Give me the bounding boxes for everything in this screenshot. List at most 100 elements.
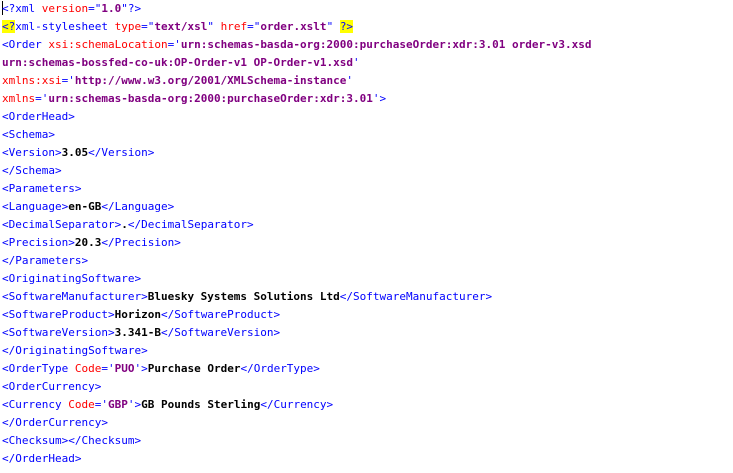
code-line-9: <Version>3.05</Version> bbox=[0, 144, 733, 162]
element-tag: </OriginatingSoftware> bbox=[2, 344, 148, 357]
element-tag: </OrderHead> bbox=[2, 452, 82, 465]
code-line-13: <DecimalSeparator>.</DecimalSeparator> bbox=[0, 216, 733, 234]
close-tag: </SoftwareProduct> bbox=[160, 308, 281, 321]
code-line-1: <?xml version="1.0"?> bbox=[0, 0, 733, 18]
attr-quote: " bbox=[121, 2, 128, 15]
close-tag: </OrderType> bbox=[240, 362, 320, 375]
code-line-18: <SoftwareProduct>Horizon</SoftwareProduc… bbox=[0, 306, 733, 324]
attr-quote: ' bbox=[346, 74, 354, 87]
open-tag: <Version> bbox=[2, 146, 62, 159]
pi-target: xml bbox=[15, 2, 36, 15]
element-text: Horizon bbox=[114, 308, 161, 321]
pi-close: ?> bbox=[127, 2, 142, 15]
open-tag: <SoftwareManufacturer> bbox=[2, 290, 148, 303]
tag-open: <Currency bbox=[2, 398, 62, 411]
attr-value: GBP bbox=[107, 398, 128, 411]
attr-value: urn:schemas-bossfed-co-uk:OP-Order-v1 OP… bbox=[2, 56, 353, 69]
code-line-14: <Precision>20.3</Precision> bbox=[0, 234, 733, 252]
pi-target: xml-stylesheet bbox=[15, 20, 108, 33]
element-tag: <OrderHead> bbox=[2, 110, 75, 123]
attr-eq: =" bbox=[247, 20, 261, 33]
attr-eq: =' bbox=[61, 74, 75, 87]
code-line-17: <SoftwareManufacturer>Bluesky Systems So… bbox=[0, 288, 733, 306]
close-tag: </DecimalSeparator> bbox=[127, 218, 254, 231]
element-tag: </Schema> bbox=[2, 164, 62, 177]
pi-open: <? bbox=[2, 2, 16, 15]
attr-quote: ' bbox=[353, 56, 360, 69]
pi-open-highlighted: <? bbox=[2, 20, 16, 33]
attr-name: Code bbox=[68, 362, 102, 375]
code-line-19: <SoftwareVersion>3.341-B</SoftwareVersio… bbox=[0, 324, 733, 342]
code-line-10: </Schema> bbox=[0, 162, 733, 180]
element-text: GB Pounds Sterling bbox=[141, 398, 261, 411]
attr-eq: =' bbox=[167, 38, 181, 51]
close-tag: </SoftwareManufacturer> bbox=[339, 290, 493, 303]
element-tag: <OrderCurrency> bbox=[2, 380, 102, 393]
attr-value: urn:schemas-basda-org:2000:purchaseOrder… bbox=[180, 38, 592, 51]
open-tag: <SoftwareVersion> bbox=[2, 326, 115, 339]
code-line-3: <Order xsi:schemaLocation='urn:schemas-b… bbox=[0, 36, 733, 54]
close-tag: </Precision> bbox=[101, 236, 181, 249]
attr-quote: " bbox=[207, 20, 214, 33]
attr-name: xsi:schemaLocation bbox=[41, 38, 168, 51]
open-tag: <Language> bbox=[2, 200, 69, 213]
pi-close-highlighted: ?> bbox=[339, 20, 354, 33]
attr-value: 1.0 bbox=[101, 2, 122, 15]
attr-eq: =' bbox=[94, 398, 108, 411]
code-line-25: <Checksum></Checksum> bbox=[0, 432, 733, 450]
attr-value: urn:schemas-basda-org:2000:purchaseOrder… bbox=[48, 92, 373, 105]
code-line-2: <?xml-stylesheet type="text/xsl" href="o… bbox=[0, 18, 733, 36]
tag-open: <Order bbox=[2, 38, 42, 51]
attr-name: Code bbox=[61, 398, 95, 411]
close-tag: </Checksum> bbox=[68, 434, 142, 447]
attr-name: xmlns:xsi bbox=[2, 74, 62, 87]
code-line-11: <Parameters> bbox=[0, 180, 733, 198]
element-tag: </OrderCurrency> bbox=[2, 416, 108, 429]
tag-open: <OrderType bbox=[2, 362, 69, 375]
code-line-22: <OrderCurrency> bbox=[0, 378, 733, 396]
attr-name: xmlns bbox=[2, 92, 36, 105]
element-text: 20.3 bbox=[74, 236, 102, 249]
element-text: 3.341-B bbox=[114, 326, 161, 339]
element-tag: </Parameters> bbox=[2, 254, 89, 267]
code-line-16: <OriginatingSoftware> bbox=[0, 270, 733, 288]
attr-value: order.xslt bbox=[260, 20, 327, 33]
open-tag: <Precision> bbox=[2, 236, 75, 249]
attr-value: text/xsl bbox=[154, 20, 208, 33]
code-line-7: <OrderHead> bbox=[0, 108, 733, 126]
close-tag: </Currency> bbox=[260, 398, 334, 411]
close-tag: </SoftwareVersion> bbox=[160, 326, 281, 339]
attr-eq: =' bbox=[35, 92, 49, 105]
code-line-6: xmlns='urn:schemas-basda-org:2000:purcha… bbox=[0, 90, 733, 108]
code-line-21: <OrderType Code='PUO'>Purchase Order</Or… bbox=[0, 360, 733, 378]
xml-editor[interactable]: <?xml version="1.0"?> <?xml-stylesheet t… bbox=[0, 0, 733, 473]
code-line-15: </Parameters> bbox=[0, 252, 733, 270]
code-line-20: </OriginatingSoftware> bbox=[0, 342, 733, 360]
attr-name: version bbox=[35, 2, 89, 15]
close-tag: </Version> bbox=[88, 146, 155, 159]
element-tag: <Schema> bbox=[2, 128, 55, 141]
element-text: en-GB bbox=[68, 200, 102, 213]
tag-close: > bbox=[141, 362, 148, 375]
element-text: Purchase Order bbox=[147, 362, 241, 375]
attr-eq: =" bbox=[88, 2, 102, 15]
code-line-23: <Currency Code='GBP'>GB Pounds Sterling<… bbox=[0, 396, 733, 414]
element-tag: <Parameters> bbox=[2, 182, 82, 195]
open-tag: <SoftwareProduct> bbox=[2, 308, 115, 321]
attr-name: type bbox=[107, 20, 142, 33]
code-line-5: xmlns:xsi='http://www.w3.org/2001/XMLSch… bbox=[0, 72, 733, 90]
open-tag: <Checksum> bbox=[2, 434, 69, 447]
attr-eq: =' bbox=[101, 362, 115, 375]
element-text: 3.05 bbox=[61, 146, 89, 159]
tag-close: > bbox=[379, 92, 387, 105]
code-line-8: <Schema> bbox=[0, 126, 733, 144]
element-tag: <OriginatingSoftware> bbox=[2, 272, 142, 285]
code-line-26: </OrderHead> bbox=[0, 450, 733, 468]
close-tag: </Language> bbox=[101, 200, 175, 213]
element-text: . bbox=[121, 218, 128, 231]
attr-quote: ' bbox=[372, 92, 380, 105]
code-line-4: urn:schemas-bossfed-co-uk:OP-Order-v1 OP… bbox=[0, 54, 733, 72]
attr-eq: =" bbox=[141, 20, 155, 33]
element-text: Bluesky Systems Solutions Ltd bbox=[147, 290, 340, 303]
